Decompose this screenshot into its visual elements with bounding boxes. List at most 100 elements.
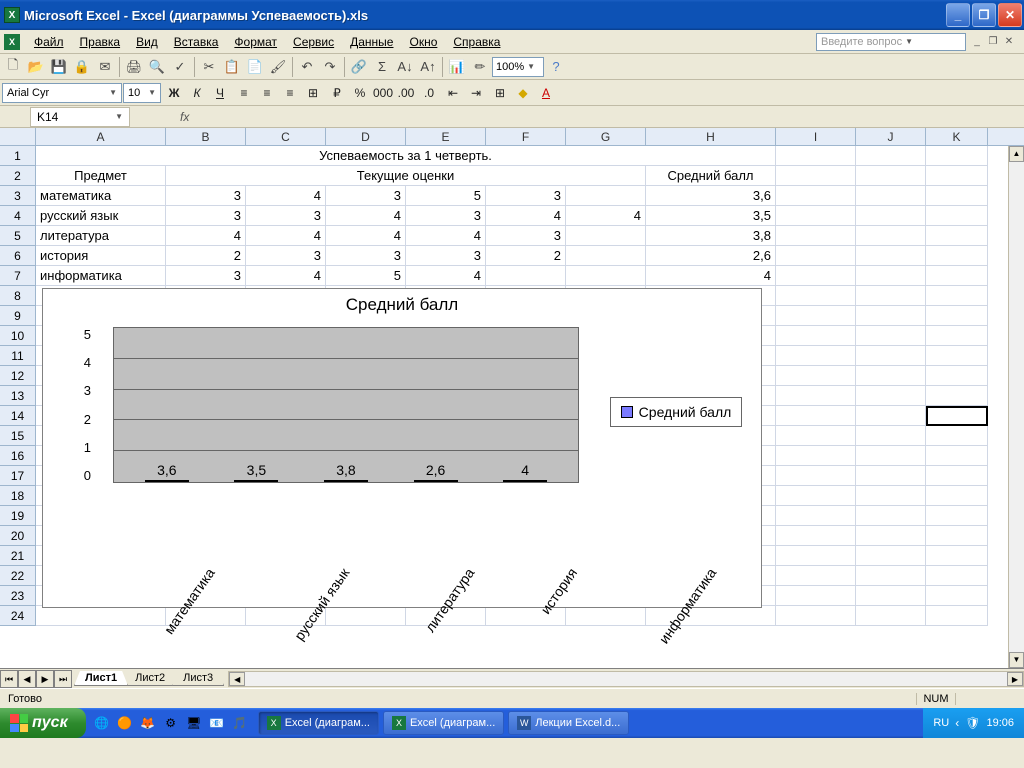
col-header[interactable]: D — [326, 128, 406, 145]
increase-decimal-button[interactable]: .00 — [395, 82, 417, 104]
cell[interactable] — [856, 526, 926, 546]
cell[interactable] — [856, 346, 926, 366]
cell[interactable] — [776, 246, 856, 266]
cell[interactable] — [566, 226, 646, 246]
cell[interactable]: история — [36, 246, 166, 266]
comma-button[interactable]: 000 — [372, 82, 394, 104]
preview-button[interactable]: 🔍 — [146, 56, 168, 78]
cell[interactable] — [776, 206, 856, 226]
help-question-input[interactable]: Введите вопрос▼ — [816, 33, 966, 51]
cell[interactable] — [856, 386, 926, 406]
row-header[interactable]: 19 — [0, 506, 36, 526]
save-button[interactable]: 💾 — [48, 56, 70, 78]
copy-button[interactable]: 📋 — [221, 56, 243, 78]
cell[interactable] — [776, 346, 856, 366]
cell[interactable] — [776, 586, 856, 606]
cell[interactable] — [856, 186, 926, 206]
cell[interactable] — [926, 186, 988, 206]
cell[interactable]: русский язык — [36, 206, 166, 226]
percent-button[interactable]: % — [349, 82, 371, 104]
borders-button[interactable]: ⊞ — [489, 82, 511, 104]
zoom-combo[interactable]: 100%▼ — [492, 57, 544, 77]
cell[interactable]: 4 — [566, 206, 646, 226]
cell[interactable]: 4 — [246, 186, 326, 206]
col-header[interactable]: I — [776, 128, 856, 145]
col-header[interactable]: E — [406, 128, 486, 145]
cell[interactable] — [856, 206, 926, 226]
cell[interactable]: литература — [36, 226, 166, 246]
taskbar-task[interactable]: XExcel (диаграм... — [258, 711, 379, 735]
autosum-button[interactable]: Σ — [371, 56, 393, 78]
quicklaunch-icon[interactable]: 🦊 — [138, 712, 158, 734]
undo-button[interactable]: ↶ — [296, 56, 318, 78]
scroll-down-icon[interactable]: ▼ — [1009, 652, 1024, 668]
row-header[interactable]: 6 — [0, 246, 36, 266]
cell[interactable]: Успеваемость за 1 четверть. — [36, 146, 776, 166]
menu-tools[interactable]: Сервис — [285, 33, 342, 51]
select-all-corner[interactable] — [0, 128, 36, 145]
cell[interactable] — [926, 606, 988, 626]
sheet-tab[interactable]: Лист2 — [124, 671, 176, 686]
cell[interactable] — [926, 426, 988, 446]
cell[interactable] — [776, 266, 856, 286]
cell[interactable] — [856, 566, 926, 586]
cell[interactable] — [566, 266, 646, 286]
cell[interactable]: 4 — [166, 226, 246, 246]
doc-restore-button[interactable]: ❐ — [986, 35, 1000, 49]
italic-button[interactable]: К — [186, 82, 208, 104]
taskbar-task[interactable]: WЛекции Excel.d... — [508, 711, 629, 735]
bold-button[interactable]: Ж — [163, 82, 185, 104]
cell[interactable]: 3 — [486, 226, 566, 246]
cell[interactable]: 3 — [166, 206, 246, 226]
cell[interactable]: 3 — [406, 246, 486, 266]
start-button[interactable]: пуск — [0, 708, 86, 738]
cell[interactable] — [926, 286, 988, 306]
merge-center-button[interactable]: ⊞ — [302, 82, 324, 104]
cell[interactable] — [856, 586, 926, 606]
cell[interactable] — [36, 606, 166, 626]
cell[interactable] — [856, 286, 926, 306]
hyperlink-button[interactable]: 🔗 — [348, 56, 370, 78]
increase-indent-button[interactable]: ⇥ — [465, 82, 487, 104]
cell[interactable]: 4 — [326, 226, 406, 246]
cell[interactable] — [856, 226, 926, 246]
cell[interactable]: Предмет — [36, 166, 166, 186]
cell[interactable]: 5 — [326, 266, 406, 286]
decrease-indent-button[interactable]: ⇤ — [442, 82, 464, 104]
cell[interactable] — [566, 606, 646, 626]
font-name-combo[interactable]: Arial Cyr▼ — [2, 83, 122, 103]
cell[interactable]: 4 — [406, 266, 486, 286]
cell[interactable]: 3 — [326, 186, 406, 206]
quicklaunch-icon[interactable]: 🟠 — [115, 712, 135, 734]
formula-input[interactable] — [195, 108, 1024, 126]
row-header[interactable]: 8 — [0, 286, 36, 306]
font-color-button[interactable]: A — [535, 82, 557, 104]
cell[interactable] — [856, 486, 926, 506]
row-header[interactable]: 12 — [0, 366, 36, 386]
cell[interactable]: 4 — [246, 266, 326, 286]
cell[interactable] — [856, 366, 926, 386]
font-size-combo[interactable]: 10▼ — [123, 83, 161, 103]
cell[interactable] — [776, 506, 856, 526]
cell[interactable]: 3 — [486, 186, 566, 206]
cell[interactable] — [856, 426, 926, 446]
cell[interactable] — [856, 306, 926, 326]
row-header[interactable]: 22 — [0, 566, 36, 586]
cell[interactable] — [776, 426, 856, 446]
cell[interactable] — [926, 566, 988, 586]
row-header[interactable]: 13 — [0, 386, 36, 406]
email-button[interactable]: ✉ — [94, 56, 116, 78]
row-header[interactable]: 14 — [0, 406, 36, 426]
menu-edit[interactable]: Правка — [72, 33, 129, 51]
cell[interactable]: 3,6 — [646, 186, 776, 206]
cell[interactable] — [856, 166, 926, 186]
cell[interactable] — [856, 606, 926, 626]
cell[interactable] — [856, 146, 926, 166]
cell[interactable]: Текущие оценки — [166, 166, 646, 186]
open-button[interactable]: 📂 — [25, 56, 47, 78]
print-button[interactable]: 🖨 — [123, 56, 145, 78]
cell[interactable] — [856, 546, 926, 566]
close-button[interactable]: ✕ — [998, 3, 1022, 27]
cell[interactable] — [566, 186, 646, 206]
menu-help[interactable]: Справка — [445, 33, 508, 51]
